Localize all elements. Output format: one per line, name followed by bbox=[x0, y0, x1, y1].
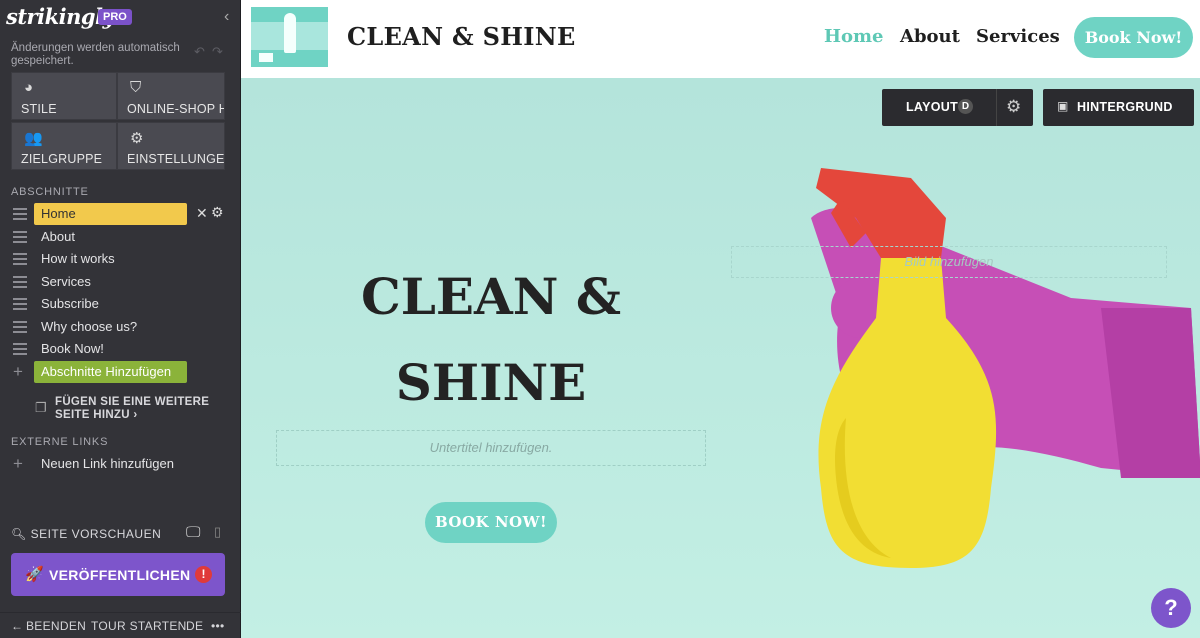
tile-online-shop[interactable]: ⛉ ONLINE-SHOP H bbox=[117, 72, 225, 120]
brand-logo-image[interactable] bbox=[251, 7, 328, 67]
layout-button[interactable]: LAYOUT bbox=[906, 100, 958, 114]
section-label: How it works bbox=[41, 251, 115, 266]
section-item-book-now[interactable]: Book Now! bbox=[0, 338, 241, 360]
pages-icon: ❐ bbox=[35, 400, 47, 415]
gear-icon: ⚙ bbox=[130, 130, 144, 147]
plus-icon: + bbox=[13, 362, 23, 381]
collapse-sidebar-icon[interactable]: ‹ bbox=[224, 8, 229, 26]
editor-sidebar: strikingly PRO ‹ Änderungen werden autom… bbox=[0, 0, 241, 638]
brand-title[interactable]: CLEAN & SHINE bbox=[347, 22, 576, 51]
section-label: Services bbox=[41, 274, 91, 289]
external-links-heading: EXTERNE LINKS bbox=[11, 436, 109, 448]
tile-audience[interactable]: 👥 ZIELGRUPPE bbox=[11, 122, 117, 170]
plus-icon: + bbox=[13, 454, 23, 473]
drag-handle-icon[interactable] bbox=[13, 276, 27, 288]
users-icon: 👥 bbox=[24, 130, 43, 147]
rocket-icon: 🚀 bbox=[25, 566, 44, 583]
drag-handle-icon[interactable] bbox=[13, 343, 27, 355]
drag-handle-icon[interactable] bbox=[13, 231, 27, 243]
publish-button[interactable]: 🚀 VERÖFFENTLICHEN ! bbox=[11, 553, 225, 596]
site-navbar: CLEAN & SHINE Home About Services Book N… bbox=[241, 0, 1200, 78]
nav-link-services[interactable]: Services bbox=[976, 26, 1060, 47]
add-link-label: Neuen Link hinzufügen bbox=[41, 456, 174, 471]
close-icon[interactable]: ✕ bbox=[196, 205, 208, 222]
tile-label: EINSTELLUNGEN bbox=[127, 152, 225, 166]
preview-label: SEITE VORSCHAUEN bbox=[30, 527, 162, 541]
drag-handle-icon[interactable] bbox=[13, 208, 27, 220]
section-item-about[interactable]: About bbox=[0, 226, 241, 248]
background-label: HINTERGRUND bbox=[1077, 100, 1173, 114]
hero-title-line: CLEAN & bbox=[360, 267, 622, 326]
image-icon: ▣ bbox=[1057, 99, 1069, 113]
hero-section: CLEAN & SHINE Untertitel hinzufügen. BOO… bbox=[241, 78, 1200, 638]
redo-icon[interactable]: ↷ bbox=[212, 44, 223, 60]
layout-toolbar: LAYOUT D ⚙ bbox=[882, 89, 1033, 126]
publish-label: VERÖFFENTLICHEN bbox=[49, 567, 191, 583]
mobile-icon[interactable]: ▯ bbox=[214, 524, 221, 540]
drag-handle-icon[interactable] bbox=[13, 298, 27, 310]
search-icon: 🔍︎ bbox=[11, 527, 27, 541]
shop-icon: ⛉ bbox=[130, 79, 142, 96]
palette-icon: ◕ bbox=[24, 79, 34, 96]
section-label: Why choose us? bbox=[41, 319, 138, 334]
hero-title-line: SHINE bbox=[395, 353, 587, 412]
undo-icon[interactable]: ↶ bbox=[194, 44, 205, 60]
add-section-button[interactable]: Abschnitte Hinzufügen bbox=[34, 361, 187, 383]
exit-button[interactable]: BEENDEN bbox=[26, 619, 86, 633]
nav-link-home[interactable]: Home bbox=[824, 26, 884, 47]
start-tour-button[interactable]: TOUR STARTEN bbox=[91, 619, 187, 633]
layout-variant-badge: D bbox=[958, 99, 973, 114]
sidebar-footer: ← BEENDEN TOUR STARTEN DE ••• bbox=[0, 612, 241, 638]
section-item-how-it-works[interactable]: How it works bbox=[0, 248, 241, 270]
subtitle-placeholder[interactable]: Untertitel hinzufügen. bbox=[276, 430, 706, 466]
spray-bottle-glove-image bbox=[811, 168, 1200, 568]
section-item-why-choose-us[interactable]: Why choose us? bbox=[0, 316, 241, 338]
add-page-label: FÜGEN SIE EINE WEITERE SEITE HINZU › bbox=[55, 396, 210, 421]
section-settings-gear-icon[interactable]: ⚙ bbox=[1006, 97, 1021, 117]
desktop-icon[interactable]: 🖵 bbox=[186, 524, 200, 541]
gear-icon[interactable]: ⚙ bbox=[211, 204, 224, 221]
language-selector[interactable]: DE bbox=[186, 619, 203, 633]
autosave-status: Änderungen werden automatisch gespeicher… bbox=[11, 42, 180, 67]
nav-link-about[interactable]: About bbox=[900, 26, 960, 47]
tile-settings[interactable]: ⚙ EINSTELLUNGEN bbox=[117, 122, 225, 170]
help-button[interactable]: ? bbox=[1151, 588, 1191, 628]
tile-label: ONLINE-SHOP H bbox=[127, 102, 225, 116]
sections-heading: ABSCHNITTE bbox=[11, 186, 89, 198]
sidebar-tiles: ◕ STILE ⛉ ONLINE-SHOP H 👥 ZIELGRUPPE ⚙ E… bbox=[11, 72, 225, 170]
section-label: About bbox=[41, 229, 75, 244]
section-label: Home bbox=[34, 203, 187, 225]
hero-title[interactable]: CLEAN & SHINE bbox=[341, 254, 641, 426]
drag-handle-icon[interactable] bbox=[13, 253, 27, 265]
more-icon[interactable]: ••• bbox=[211, 619, 225, 633]
preview-site-button[interactable]: 🔍︎ SEITE VORSCHAUEN bbox=[11, 527, 161, 541]
section-item-home[interactable]: Home ✕ ⚙ bbox=[0, 203, 241, 225]
tile-label: STILE bbox=[21, 102, 57, 116]
image-placeholder[interactable]: Bild hinzufügen bbox=[731, 246, 1167, 278]
sidebar-header: strikingly PRO ‹ bbox=[0, 0, 241, 36]
hero-book-now-button[interactable]: BOOK NOW! bbox=[425, 502, 557, 543]
background-button[interactable]: ▣ HINTERGRUND bbox=[1043, 89, 1194, 126]
drag-handle-icon[interactable] bbox=[13, 321, 27, 333]
add-section-row[interactable]: + Abschnitte Hinzufügen bbox=[0, 361, 241, 383]
nav-book-now-button[interactable]: Book Now! bbox=[1074, 17, 1193, 58]
warning-icon: ! bbox=[195, 566, 212, 583]
section-label: Book Now! bbox=[41, 341, 104, 356]
exit-arrow-icon: ← bbox=[11, 619, 24, 633]
section-label: Subscribe bbox=[41, 296, 99, 311]
tile-styles[interactable]: ◕ STILE bbox=[11, 72, 117, 120]
tile-label: ZIELGRUPPE bbox=[21, 152, 103, 166]
pro-badge: PRO bbox=[98, 9, 132, 25]
add-link-row[interactable]: + Neuen Link hinzufügen bbox=[0, 453, 241, 475]
section-item-services[interactable]: Services bbox=[0, 271, 241, 293]
section-item-subscribe[interactable]: Subscribe bbox=[0, 293, 241, 315]
